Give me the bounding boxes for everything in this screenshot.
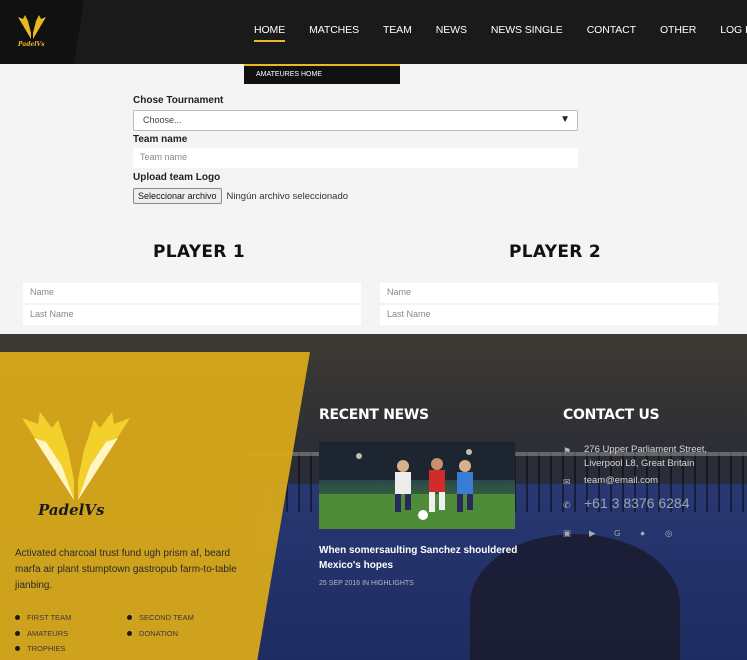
footer-link-first-team[interactable]: FIRST TEAM: [15, 613, 71, 629]
news-category[interactable]: HIGHLIGHTS: [371, 580, 414, 587]
logo-text: PadelVs: [18, 41, 45, 48]
submenu-amateures-home[interactable]: AMATEURES HOME: [244, 64, 400, 84]
logo-upload-label: Upload team Logo: [133, 172, 221, 183]
twitter-icon[interactable]: ▶: [589, 528, 596, 539]
nav-home[interactable]: HOME: [254, 24, 286, 42]
recent-news-title: RECENT NEWS: [319, 407, 429, 423]
address-line-2: Liverpool L8, Great Britain: [584, 458, 695, 469]
nav-matches[interactable]: MATCHES: [309, 24, 359, 36]
nav-news[interactable]: NEWS: [436, 24, 467, 36]
footer-link-amateurs[interactable]: AMATEURS: [15, 629, 71, 645]
facebook-icon[interactable]: ▣: [563, 528, 571, 539]
tournament-select-value: Choose...: [143, 115, 182, 125]
caret-down-icon: ▼: [560, 114, 570, 125]
footer-about: Activated charcoal trust fund ugh prism …: [15, 548, 237, 591]
nav-login[interactable]: LOG IN: [720, 24, 747, 36]
footer-links-col2: SECOND TEAM DONATION: [127, 613, 194, 644]
team-form: Chose Tournament Choose... ▼ Team name T…: [133, 95, 579, 204]
player-2-title: PLAYER 2: [509, 242, 601, 262]
envelope-icon: ✉: [563, 477, 571, 487]
news-meta: 25 SEP 2016 IN HIGHLIGHTS: [319, 580, 414, 587]
team-name-input[interactable]: Team name: [133, 148, 578, 168]
player-1-title: PLAYER 1: [153, 242, 245, 262]
nav-news-single[interactable]: NEWS SINGLE: [491, 24, 563, 36]
choose-file-button[interactable]: Seleccionar archivo: [133, 188, 222, 204]
player-2-name-input[interactable]: Name: [380, 283, 718, 303]
footer-wings-logo-icon: [22, 412, 130, 500]
main-nav: HOME MATCHES TEAM NEWS NEWS SINGLE CONTA…: [254, 24, 747, 42]
google-icon[interactable]: G: [614, 528, 621, 538]
wings-logo-icon: [18, 15, 46, 39]
news-date: 25 SEP 2016: [319, 580, 361, 587]
email-link[interactable]: team@email.com: [584, 474, 658, 488]
footer-link-donation[interactable]: DONATION: [127, 629, 194, 645]
news-in: IN: [362, 580, 370, 587]
phone-icon: ✆: [563, 500, 571, 510]
nav-contact[interactable]: CONTACT: [587, 24, 636, 36]
phone-number[interactable]: +61 3 8376 6284: [584, 496, 690, 510]
player-1-name-input[interactable]: Name: [23, 283, 361, 303]
nav-team[interactable]: TEAM: [383, 24, 412, 36]
file-status: Ningún archivo seleccionado: [226, 190, 349, 202]
contact-title: CONTACT US: [563, 407, 660, 423]
pinterest-icon[interactable]: ●: [640, 528, 645, 538]
flag-icon: ⚑: [563, 446, 572, 456]
footer-link-trophies[interactable]: TROPHIES: [15, 644, 71, 660]
tournament-select[interactable]: Choose... ▼: [133, 110, 578, 131]
team-name-label: Team name: [133, 134, 188, 145]
player-1-lastname-input[interactable]: Last Name: [23, 305, 361, 325]
news-headline[interactable]: When somersaulting Sanchez shouldered Me…: [319, 543, 534, 573]
player-2-lastname-input[interactable]: Last Name: [380, 305, 718, 325]
address-line-1: 276 Upper Parliament Street,: [584, 444, 708, 455]
instagram-icon[interactable]: ◎: [665, 528, 672, 539]
logo[interactable]: PadelVs: [0, 0, 84, 64]
footer-link-second-team[interactable]: SECOND TEAM: [127, 613, 194, 629]
nav-other[interactable]: OTHER: [660, 24, 696, 36]
tournament-label: Chose Tournament: [133, 95, 224, 106]
top-header: PadelVs HOME MATCHES TEAM NEWS NEWS SING…: [0, 0, 747, 64]
footer-brand: PadelVs: [38, 501, 105, 519]
soccer-players-image-icon: [319, 442, 515, 529]
file-upload: Seleccionar archivo Ningún archivo selec…: [133, 188, 579, 204]
footer-links-col1: FIRST TEAM AMATEURS TROPHIES: [15, 613, 71, 660]
news-thumbnail[interactable]: [319, 442, 515, 529]
